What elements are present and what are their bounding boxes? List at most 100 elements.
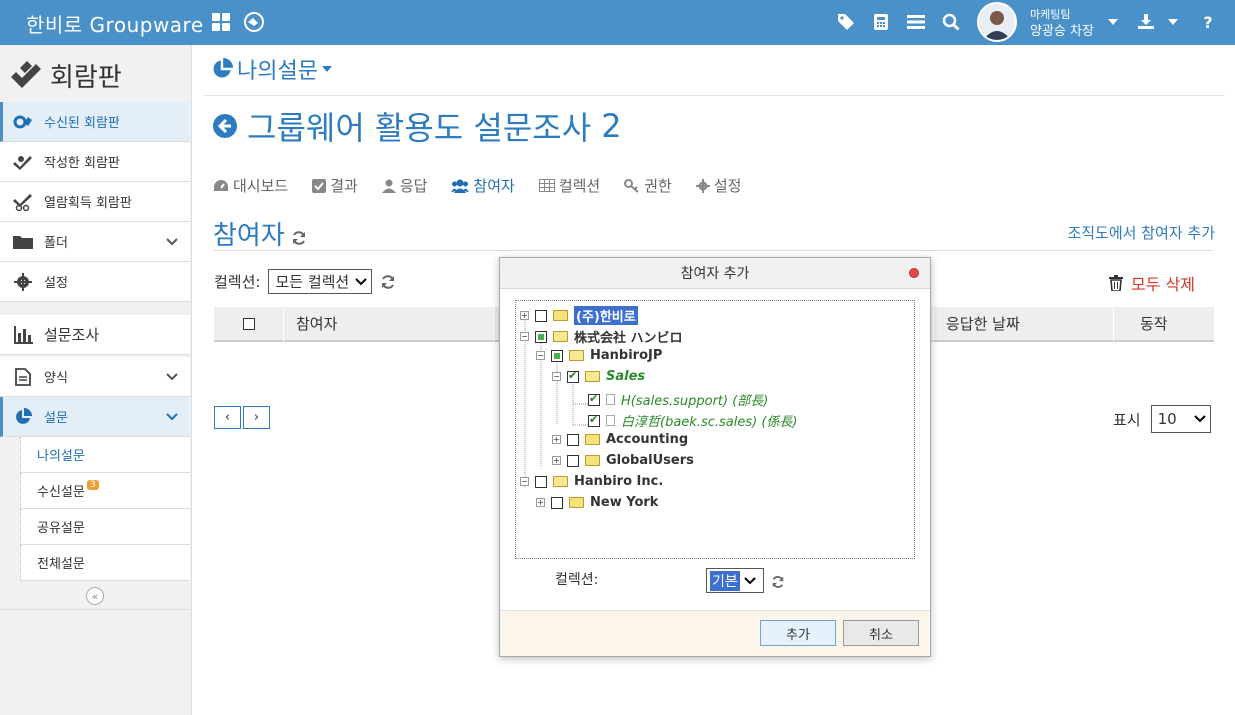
delete-all-button[interactable]: 모두 삭제 bbox=[1109, 271, 1195, 295]
key-icon bbox=[624, 178, 639, 193]
tab-results[interactable]: 결과 bbox=[312, 175, 358, 196]
download-icon[interactable] bbox=[1135, 11, 1157, 33]
tree-checkbox[interactable] bbox=[567, 433, 579, 446]
tree-node[interactable]: − 株式会社 ハンビロ bbox=[520, 327, 683, 346]
search-icon[interactable] bbox=[940, 11, 962, 33]
collapse-icon[interactable]: − bbox=[552, 372, 561, 381]
dialog-collection-select[interactable]: 기본 bbox=[706, 568, 764, 593]
collapse-icon[interactable]: − bbox=[536, 351, 545, 360]
page-size-label: 표시 bbox=[1113, 410, 1141, 429]
add-participants-dialog: 참여자 추가 + (주)한비로 − 株式会社 ハンビロ − HanbiroJP … bbox=[499, 257, 931, 657]
back-arrow-icon[interactable] bbox=[213, 114, 237, 138]
expand-icon[interactable]: + bbox=[536, 498, 545, 507]
column-header-response-date[interactable]: 응답한 날짜 bbox=[934, 306, 1114, 341]
chevron-down-icon[interactable] bbox=[1102, 11, 1124, 33]
cancel-button[interactable]: 취소 bbox=[843, 620, 919, 646]
count-badge: 3 bbox=[86, 479, 99, 490]
prev-page-button[interactable]: ‹ bbox=[214, 406, 241, 429]
handshake-icon[interactable] bbox=[243, 11, 265, 33]
tree-checkbox[interactable] bbox=[551, 496, 563, 509]
section-title: 참여자 bbox=[213, 215, 307, 252]
brand-logo[interactable]: 한비로 Groupware bbox=[26, 9, 204, 38]
sidebar-item-folder[interactable]: 폴더 bbox=[0, 222, 190, 262]
tree-node[interactable]: + GlobalUsers bbox=[552, 453, 694, 468]
column-header-action[interactable]: 동작 bbox=[1114, 306, 1214, 341]
select-all-cell bbox=[214, 306, 284, 341]
chevron-down-icon[interactable] bbox=[166, 410, 178, 425]
collapse-icon[interactable]: − bbox=[520, 477, 529, 486]
help-icon[interactable]: ? bbox=[1197, 11, 1219, 33]
tab-collection[interactable]: 컬렉션 bbox=[538, 175, 600, 196]
tree-node[interactable]: + Accounting bbox=[552, 432, 688, 447]
tab-participants[interactable]: 참여자 bbox=[451, 175, 515, 196]
tree-checkbox[interactable] bbox=[535, 475, 547, 488]
sidebar-subitem-received-survey[interactable]: 수신설문 3 bbox=[20, 473, 190, 509]
list-settings-icon[interactable] bbox=[905, 11, 927, 33]
sidebar-item-settings[interactable]: 설정 bbox=[0, 262, 190, 302]
sidebar-subitem-my-survey[interactable]: 나의설문 bbox=[20, 437, 190, 473]
tree-node[interactable]: 白淳哲(baek.sc.sales) (係長) bbox=[588, 411, 797, 430]
expand-icon[interactable]: + bbox=[552, 456, 561, 465]
page-size-select[interactable]: 10 bbox=[1150, 405, 1211, 433]
refresh-icon[interactable] bbox=[771, 575, 785, 589]
tree-node[interactable]: − HanbiroJP bbox=[536, 348, 662, 363]
select-all-checkbox[interactable] bbox=[242, 317, 255, 330]
add-participants-link[interactable]: 조직도에서 참여자 추가 bbox=[1067, 222, 1215, 243]
tree-node[interactable]: H(sales.support) (部長) bbox=[588, 390, 768, 409]
refresh-icon[interactable] bbox=[291, 230, 307, 246]
tree-checkbox[interactable] bbox=[551, 349, 563, 362]
tree-checkbox[interactable] bbox=[535, 309, 547, 322]
tab-permissions[interactable]: 권한 bbox=[624, 175, 672, 196]
tree-node[interactable]: − Sales bbox=[552, 369, 645, 384]
user-name[interactable]: 양광승 차장 bbox=[1030, 20, 1094, 39]
sidebar-subitem-shared-survey[interactable]: 공유설문 bbox=[20, 509, 190, 545]
sidebar-section-survey[interactable]: 설문조사 bbox=[0, 315, 190, 355]
dialog-collection-label: 컬렉션: bbox=[555, 572, 599, 588]
sidebar-item-survey[interactable]: 설문 bbox=[0, 397, 190, 437]
collapse-icon[interactable]: « bbox=[86, 587, 104, 605]
survey-title: 그룹웨어 활용도 설문조사 2 bbox=[213, 103, 622, 149]
chevron-down-icon[interactable] bbox=[166, 370, 178, 385]
avatar[interactable] bbox=[977, 2, 1017, 42]
collection-select[interactable]: 모든 컬렉션 bbox=[268, 269, 373, 294]
tree-node[interactable]: + (주)한비로 bbox=[520, 306, 638, 325]
column-header-participant[interactable]: 참여자 bbox=[284, 306, 494, 341]
check-glasses-icon bbox=[12, 193, 34, 211]
next-page-button[interactable]: › bbox=[243, 406, 270, 429]
tree-checkbox[interactable] bbox=[535, 330, 547, 343]
caret-down-icon bbox=[321, 66, 332, 72]
chevron-down-icon[interactable] bbox=[166, 235, 178, 250]
tab-responses[interactable]: 응답 bbox=[381, 175, 427, 196]
tree-node[interactable]: − Hanbiro Inc. bbox=[520, 474, 663, 489]
close-icon[interactable] bbox=[909, 268, 919, 278]
dialog-title: 참여자 추가 bbox=[500, 258, 930, 289]
sidebar-subitem-all-survey[interactable]: 전체설문 bbox=[20, 545, 190, 581]
page-heading[interactable]: 나의설문 bbox=[211, 53, 332, 85]
calculator-icon[interactable] bbox=[870, 11, 892, 33]
tree-node[interactable]: + New York bbox=[536, 495, 658, 510]
collapse-icon[interactable]: − bbox=[520, 332, 529, 341]
tab-dashboard[interactable]: 대시보드 bbox=[213, 175, 288, 196]
tag-icon[interactable] bbox=[835, 11, 857, 33]
dashboard-icon bbox=[214, 179, 228, 191]
refresh-icon[interactable] bbox=[380, 274, 396, 290]
tab-settings[interactable]: 설정 bbox=[695, 175, 741, 196]
chevron-down-icon[interactable] bbox=[1162, 11, 1184, 33]
pagination: ‹ › bbox=[214, 406, 270, 429]
sidebar-item-written[interactable]: 작성한 회람판 bbox=[0, 142, 190, 182]
sidebar-item-acquired[interactable]: 열람획득 회람판 bbox=[0, 182, 190, 222]
tree-checkbox[interactable] bbox=[588, 413, 600, 427]
tab-bar: 대시보드 결과 응답 참여자 컬렉션 권한 설정 bbox=[213, 175, 741, 196]
circular-icon bbox=[11, 61, 41, 88]
sidebar: 회람판 수신된 회람판 작성한 회람판 열람획득 회람판 폴더 설정 설문조사 … bbox=[0, 45, 192, 715]
sidebar-item-template[interactable]: 양식 bbox=[0, 357, 190, 397]
expand-icon[interactable]: + bbox=[520, 311, 529, 320]
document-icon bbox=[12, 367, 34, 386]
tree-checkbox[interactable] bbox=[567, 369, 579, 383]
apps-grid-icon[interactable] bbox=[210, 11, 232, 33]
expand-icon[interactable]: + bbox=[552, 435, 561, 444]
add-button[interactable]: 추가 bbox=[760, 620, 836, 646]
tree-checkbox[interactable] bbox=[588, 392, 600, 406]
sidebar-item-received[interactable]: 수신된 회람판 bbox=[0, 102, 190, 142]
tree-checkbox[interactable] bbox=[567, 454, 579, 467]
